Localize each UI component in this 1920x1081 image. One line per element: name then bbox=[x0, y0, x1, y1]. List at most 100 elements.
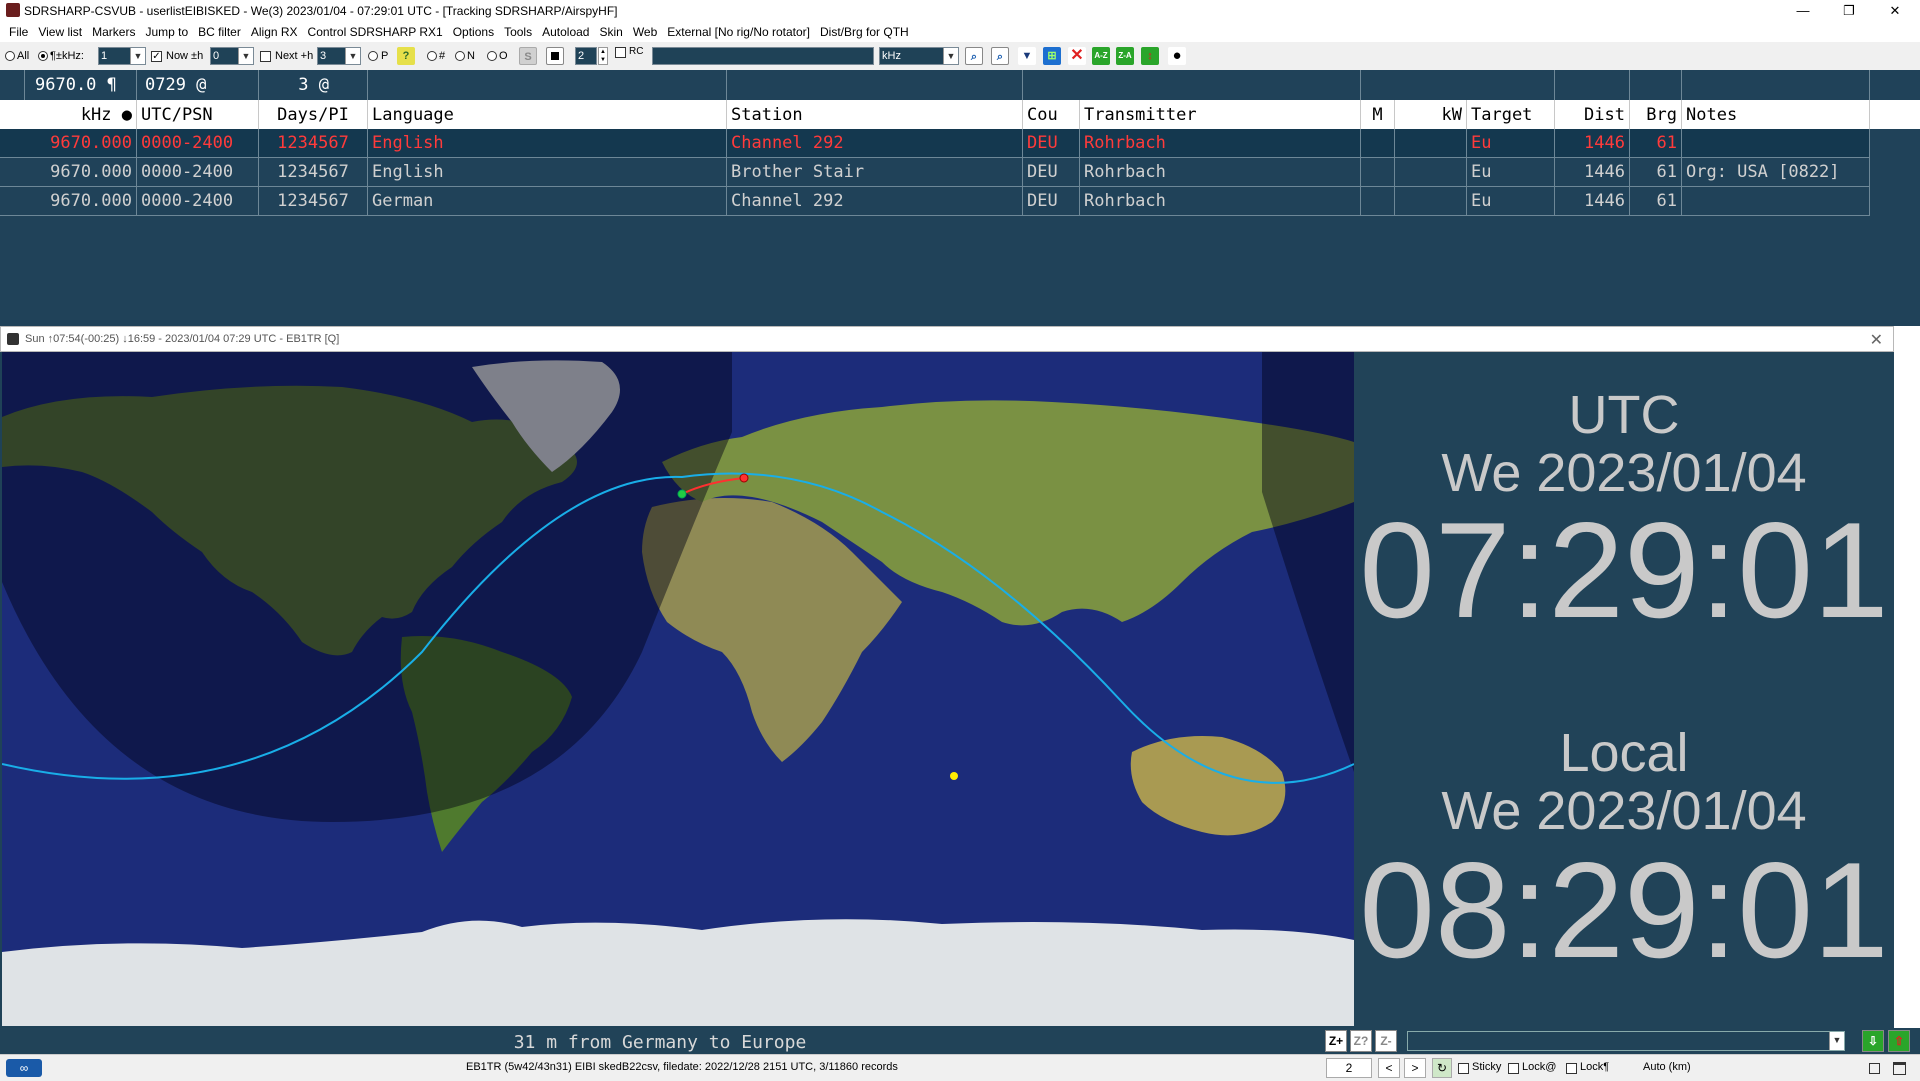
unit-select[interactable]: kHz ▼ bbox=[879, 47, 959, 65]
clear-filter-icon[interactable]: ✕ bbox=[1068, 47, 1086, 65]
upload-icon[interactable]: ⇧ bbox=[1888, 1030, 1910, 1052]
menu-jump-to[interactable]: Jump to bbox=[140, 25, 193, 39]
menu-bc-filter[interactable]: BC filter bbox=[193, 25, 246, 39]
sticky-checkbox[interactable] bbox=[1458, 1063, 1469, 1074]
now-checkbox[interactable]: ✓ bbox=[151, 51, 162, 62]
rc-checkbox[interactable] bbox=[615, 47, 626, 58]
refresh-icon[interactable]: ↻ bbox=[1432, 1058, 1452, 1078]
transmitter-marker[interactable] bbox=[739, 473, 749, 483]
next-select[interactable]: 3 ▼ bbox=[317, 47, 361, 65]
menu-external[interactable]: External [No rig/No rotator] bbox=[662, 25, 815, 39]
menu-bar: File View list Markers Jump to BC filter… bbox=[0, 22, 1920, 42]
lock-para-checkbox[interactable] bbox=[1566, 1063, 1577, 1074]
hash-radio[interactable] bbox=[427, 51, 437, 61]
khz-select[interactable]: 1 ▼ bbox=[98, 47, 146, 65]
cell-khz: 9670.000 bbox=[0, 129, 137, 157]
minimize-button[interactable]: — bbox=[1780, 0, 1826, 22]
col-utc[interactable]: UTC/PSN bbox=[137, 100, 259, 129]
all-radio[interactable] bbox=[5, 51, 15, 61]
cell-target: Eu bbox=[1467, 158, 1555, 186]
maximize-panel-icon[interactable] bbox=[1893, 1062, 1906, 1075]
col-language[interactable]: Language bbox=[368, 100, 727, 129]
spin-value-box[interactable]: 2 bbox=[575, 47, 597, 65]
frequency-bar: 9670.0 ¶ 0729 @ 3 @ bbox=[0, 70, 1920, 100]
restore-button[interactable]: ❐ bbox=[1826, 0, 1872, 22]
col-country[interactable]: Cou bbox=[1023, 100, 1080, 129]
col-notes[interactable]: Notes bbox=[1682, 100, 1870, 129]
menu-web[interactable]: Web bbox=[628, 25, 662, 39]
zoom-plus-icon[interactable]: Z+ bbox=[1325, 1030, 1347, 1052]
download-icon[interactable]: ⇩ bbox=[1862, 1030, 1884, 1052]
menu-view-list[interactable]: View list bbox=[33, 25, 87, 39]
col-kw[interactable]: kW bbox=[1395, 100, 1467, 129]
menu-file[interactable]: File bbox=[4, 25, 33, 39]
chevron-down-icon: ▼ bbox=[238, 48, 253, 64]
table-row[interactable]: 9670.000 0000-2400 1234567 German Channe… bbox=[0, 187, 1870, 216]
current-frequency[interactable]: 9670.0 ¶ bbox=[25, 70, 137, 100]
sort-mixed-icon[interactable]: ↕ bbox=[1141, 47, 1159, 65]
lock-at-checkbox[interactable] bbox=[1508, 1063, 1519, 1074]
table-row[interactable]: 9670.000 0000-2400 1234567 English Broth… bbox=[0, 158, 1870, 187]
menu-options[interactable]: Options bbox=[448, 25, 499, 39]
menu-autoload[interactable]: Autoload bbox=[537, 25, 594, 39]
menu-align-rx[interactable]: Align RX bbox=[246, 25, 303, 39]
cell-brg: 61 bbox=[1630, 187, 1682, 215]
table-row[interactable]: 9670.000 0000-2400 1234567 English Chann… bbox=[0, 129, 1870, 158]
world-map[interactable] bbox=[2, 352, 1354, 1026]
path-select[interactable]: ▼ bbox=[1407, 1031, 1845, 1051]
p-radio[interactable] bbox=[368, 51, 378, 61]
menu-markers[interactable]: Markers bbox=[87, 25, 140, 39]
zoom-in-icon[interactable]: ⌕ bbox=[965, 47, 983, 65]
prev-page-button[interactable]: < bbox=[1378, 1058, 1400, 1078]
zoom-reset-icon[interactable]: Z? bbox=[1350, 1030, 1372, 1052]
col-station[interactable]: Station bbox=[727, 100, 1023, 129]
sun-position-marker bbox=[950, 772, 958, 780]
khz-radio[interactable] bbox=[38, 51, 48, 61]
col-dist[interactable]: Dist bbox=[1555, 100, 1630, 129]
lock-at-label: Lock@ bbox=[1522, 1061, 1557, 1073]
current-time[interactable]: 0729 @ bbox=[137, 70, 259, 100]
title-bar: SDRSHARP-CSVUB - userlistEIBISKED - We(3… bbox=[0, 0, 1920, 22]
path-description: 31 m from Germany to Europe bbox=[513, 1032, 807, 1053]
page-number[interactable]: 2 bbox=[1326, 1058, 1372, 1078]
restore-panel-icon[interactable] bbox=[1869, 1063, 1880, 1074]
zoom-minus-icon[interactable]: Z- bbox=[1375, 1030, 1397, 1052]
lock-para-label: Lock¶ bbox=[1580, 1061, 1610, 1073]
next-checkbox[interactable] bbox=[260, 51, 271, 62]
col-brg[interactable]: Brg bbox=[1630, 100, 1682, 129]
local-label: Local bbox=[1559, 723, 1689, 783]
next-page-button[interactable]: > bbox=[1404, 1058, 1426, 1078]
search-input[interactable] bbox=[652, 47, 874, 65]
record-icon[interactable]: ● bbox=[1168, 47, 1186, 65]
spin-arrows[interactable]: ▲ ▼ bbox=[598, 47, 608, 65]
filter-add-icon[interactable]: ⊞ bbox=[1043, 47, 1061, 65]
col-target[interactable]: Target bbox=[1467, 100, 1555, 129]
map-close-button[interactable]: ✕ bbox=[1870, 330, 1883, 350]
window-title: SDRSHARP-CSVUB - userlistEIBISKED - We(3… bbox=[24, 4, 618, 18]
cell-kw bbox=[1395, 158, 1467, 186]
menu-control-rx[interactable]: Control SDRSHARP RX1 bbox=[303, 25, 448, 39]
cell-transmitter: Rohrbach bbox=[1080, 187, 1361, 215]
zoom-out-icon[interactable]: ⌕ bbox=[991, 47, 1009, 65]
stop-button[interactable] bbox=[546, 47, 564, 65]
close-button[interactable]: ✕ bbox=[1872, 0, 1918, 22]
menu-tools[interactable]: Tools bbox=[499, 25, 537, 39]
now-select[interactable]: 0 ▼ bbox=[210, 47, 254, 65]
menu-skin[interactable]: Skin bbox=[594, 25, 627, 39]
qth-marker[interactable] bbox=[677, 489, 687, 499]
sort-az-icon[interactable]: A-Z bbox=[1092, 47, 1110, 65]
col-transmitter[interactable]: Transmitter bbox=[1080, 100, 1361, 129]
cell-dist: 1446 bbox=[1555, 158, 1630, 186]
col-days[interactable]: Days/PI bbox=[259, 100, 368, 129]
n-radio[interactable] bbox=[455, 51, 465, 61]
col-khz[interactable]: kHz ● bbox=[0, 100, 137, 129]
col-m[interactable]: M bbox=[1361, 100, 1395, 129]
menu-dist-brg[interactable]: Dist/Brg for QTH bbox=[815, 25, 914, 39]
rc-label: RC bbox=[629, 46, 644, 57]
marker-icon[interactable]: ? bbox=[397, 47, 415, 65]
o-radio[interactable] bbox=[487, 51, 497, 61]
record-count: 3 @ bbox=[259, 70, 368, 100]
s-button[interactable]: S bbox=[519, 47, 537, 65]
sort-za-icon[interactable]: Z-A bbox=[1116, 47, 1134, 65]
filter-icon[interactable]: ▼ bbox=[1018, 47, 1036, 65]
